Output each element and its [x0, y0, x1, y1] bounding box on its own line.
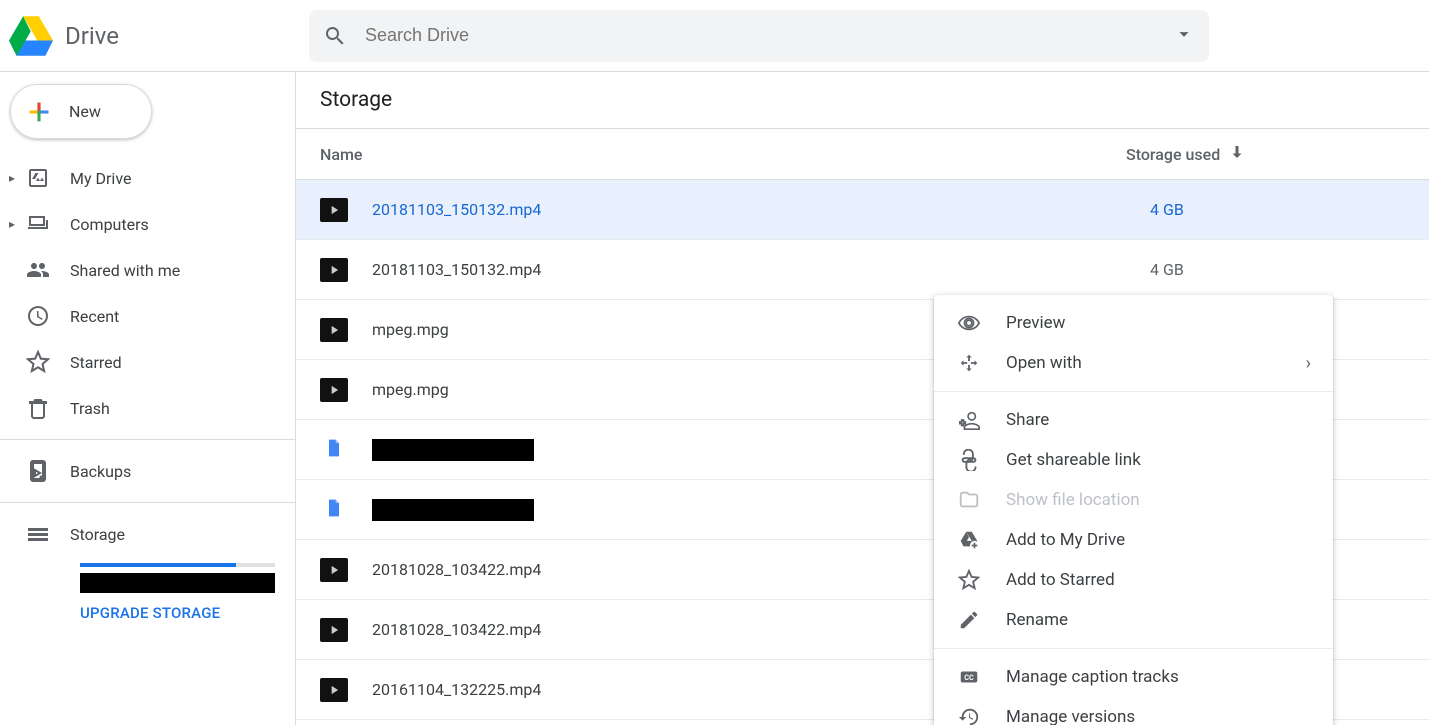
- person-add-icon: [956, 409, 982, 431]
- computers-icon: [24, 212, 52, 236]
- menu-divider: [934, 648, 1333, 649]
- star-icon: [24, 350, 52, 374]
- video-thumbnail-icon: [320, 618, 348, 642]
- video-thumbnail-icon: [320, 678, 348, 702]
- divider: [0, 502, 295, 503]
- sidebar-item-trash[interactable]: Trash: [0, 385, 295, 431]
- video-thumbnail-icon: [320, 198, 348, 222]
- clock-icon: [24, 304, 52, 328]
- chevron-right-icon: ›: [1306, 353, 1311, 374]
- file-name-redacted: [372, 439, 534, 461]
- open-with-icon: [956, 352, 982, 374]
- column-name-header[interactable]: Name: [320, 145, 1126, 164]
- divider: [0, 439, 295, 440]
- logo-block[interactable]: Drive: [9, 14, 309, 58]
- search-bar[interactable]: [309, 10, 1209, 62]
- history-icon: [956, 706, 982, 725]
- eye-icon: [956, 312, 982, 334]
- storage-icon: [24, 522, 52, 546]
- table-header: Name Storage used: [296, 128, 1429, 180]
- file-size: 4 GB: [1150, 260, 1414, 279]
- file-name-redacted: [372, 499, 534, 521]
- folder-icon: [956, 489, 982, 511]
- drive-add-icon: [956, 529, 982, 551]
- drive-icon: [24, 166, 52, 190]
- sidebar-item-recent[interactable]: Recent: [0, 293, 295, 339]
- sidebar-item-shared-with-me[interactable]: Shared with me: [0, 247, 295, 293]
- star-icon: [956, 569, 982, 591]
- link-icon: [956, 449, 982, 471]
- context-menu: Preview Open with › Share Get shareable …: [934, 295, 1333, 725]
- search-options-dropdown[interactable]: [1173, 23, 1195, 49]
- menu-item-add-to-my-drive[interactable]: Add to My Drive: [934, 520, 1333, 560]
- shared-icon: [24, 258, 52, 282]
- drive-logo-icon: [9, 14, 53, 58]
- sidebar-item-starred[interactable]: Starred: [0, 339, 295, 385]
- sidebar-item-storage[interactable]: Storage: [0, 511, 295, 557]
- document-icon: [324, 496, 344, 524]
- menu-item-open-with[interactable]: Open with ›: [934, 343, 1333, 383]
- menu-item-share[interactable]: Share: [934, 400, 1333, 440]
- file-row[interactable]: 20181103_150132.mp44 GB: [296, 180, 1429, 240]
- video-thumbnail-icon: [320, 318, 348, 342]
- new-button-label: New: [69, 102, 101, 121]
- sort-descending-icon: [1228, 143, 1246, 165]
- file-size: 4 GB: [1150, 200, 1414, 219]
- sidebar-item-my-drive[interactable]: ▸ My Drive: [0, 155, 295, 201]
- menu-divider: [934, 391, 1333, 392]
- menu-item-get-shareable-link[interactable]: Get shareable link: [934, 440, 1333, 480]
- plus-icon: [25, 98, 53, 126]
- dropdown-icon: [1173, 23, 1195, 45]
- video-thumbnail-icon: [320, 258, 348, 282]
- column-storage-used-header[interactable]: Storage used: [1126, 143, 1390, 165]
- app-name: Drive: [65, 22, 119, 50]
- menu-item-rename[interactable]: Rename: [934, 600, 1333, 640]
- page-title: Storage: [296, 72, 1429, 128]
- menu-item-add-to-starred[interactable]: Add to Starred: [934, 560, 1333, 600]
- document-icon: [324, 436, 344, 464]
- sidebar: New ▸ My Drive▸ Computers Shared with me…: [0, 72, 296, 725]
- app-header: Drive: [0, 0, 1429, 72]
- menu-item-show-file-location: Show file location: [934, 480, 1333, 520]
- sidebar-item-backups[interactable]: Backups: [0, 448, 295, 494]
- sidebar-item-computers[interactable]: ▸ Computers: [0, 201, 295, 247]
- file-name: 20181103_150132.mp4: [372, 200, 1150, 219]
- storage-meter: [80, 563, 275, 567]
- search-input[interactable]: [347, 25, 1161, 46]
- cc-icon: [956, 666, 982, 688]
- backups-icon: [24, 459, 52, 483]
- upgrade-storage-link[interactable]: UPGRADE STORAGE: [80, 604, 220, 622]
- video-thumbnail-icon: [320, 558, 348, 582]
- menu-item-manage-caption-tracks[interactable]: Manage caption tracks: [934, 657, 1333, 697]
- rename-icon: [956, 609, 982, 631]
- trash-icon: [24, 396, 52, 420]
- video-thumbnail-icon: [320, 378, 348, 402]
- menu-item-manage-versions[interactable]: Manage versions: [934, 697, 1333, 725]
- file-name: 20181103_150132.mp4: [372, 260, 1150, 279]
- file-row[interactable]: 20181103_150132.mp44 GB: [296, 240, 1429, 300]
- storage-quota-redacted: [80, 573, 275, 593]
- new-button[interactable]: New: [10, 84, 152, 139]
- menu-item-preview[interactable]: Preview: [934, 303, 1333, 343]
- search-icon: [323, 24, 347, 48]
